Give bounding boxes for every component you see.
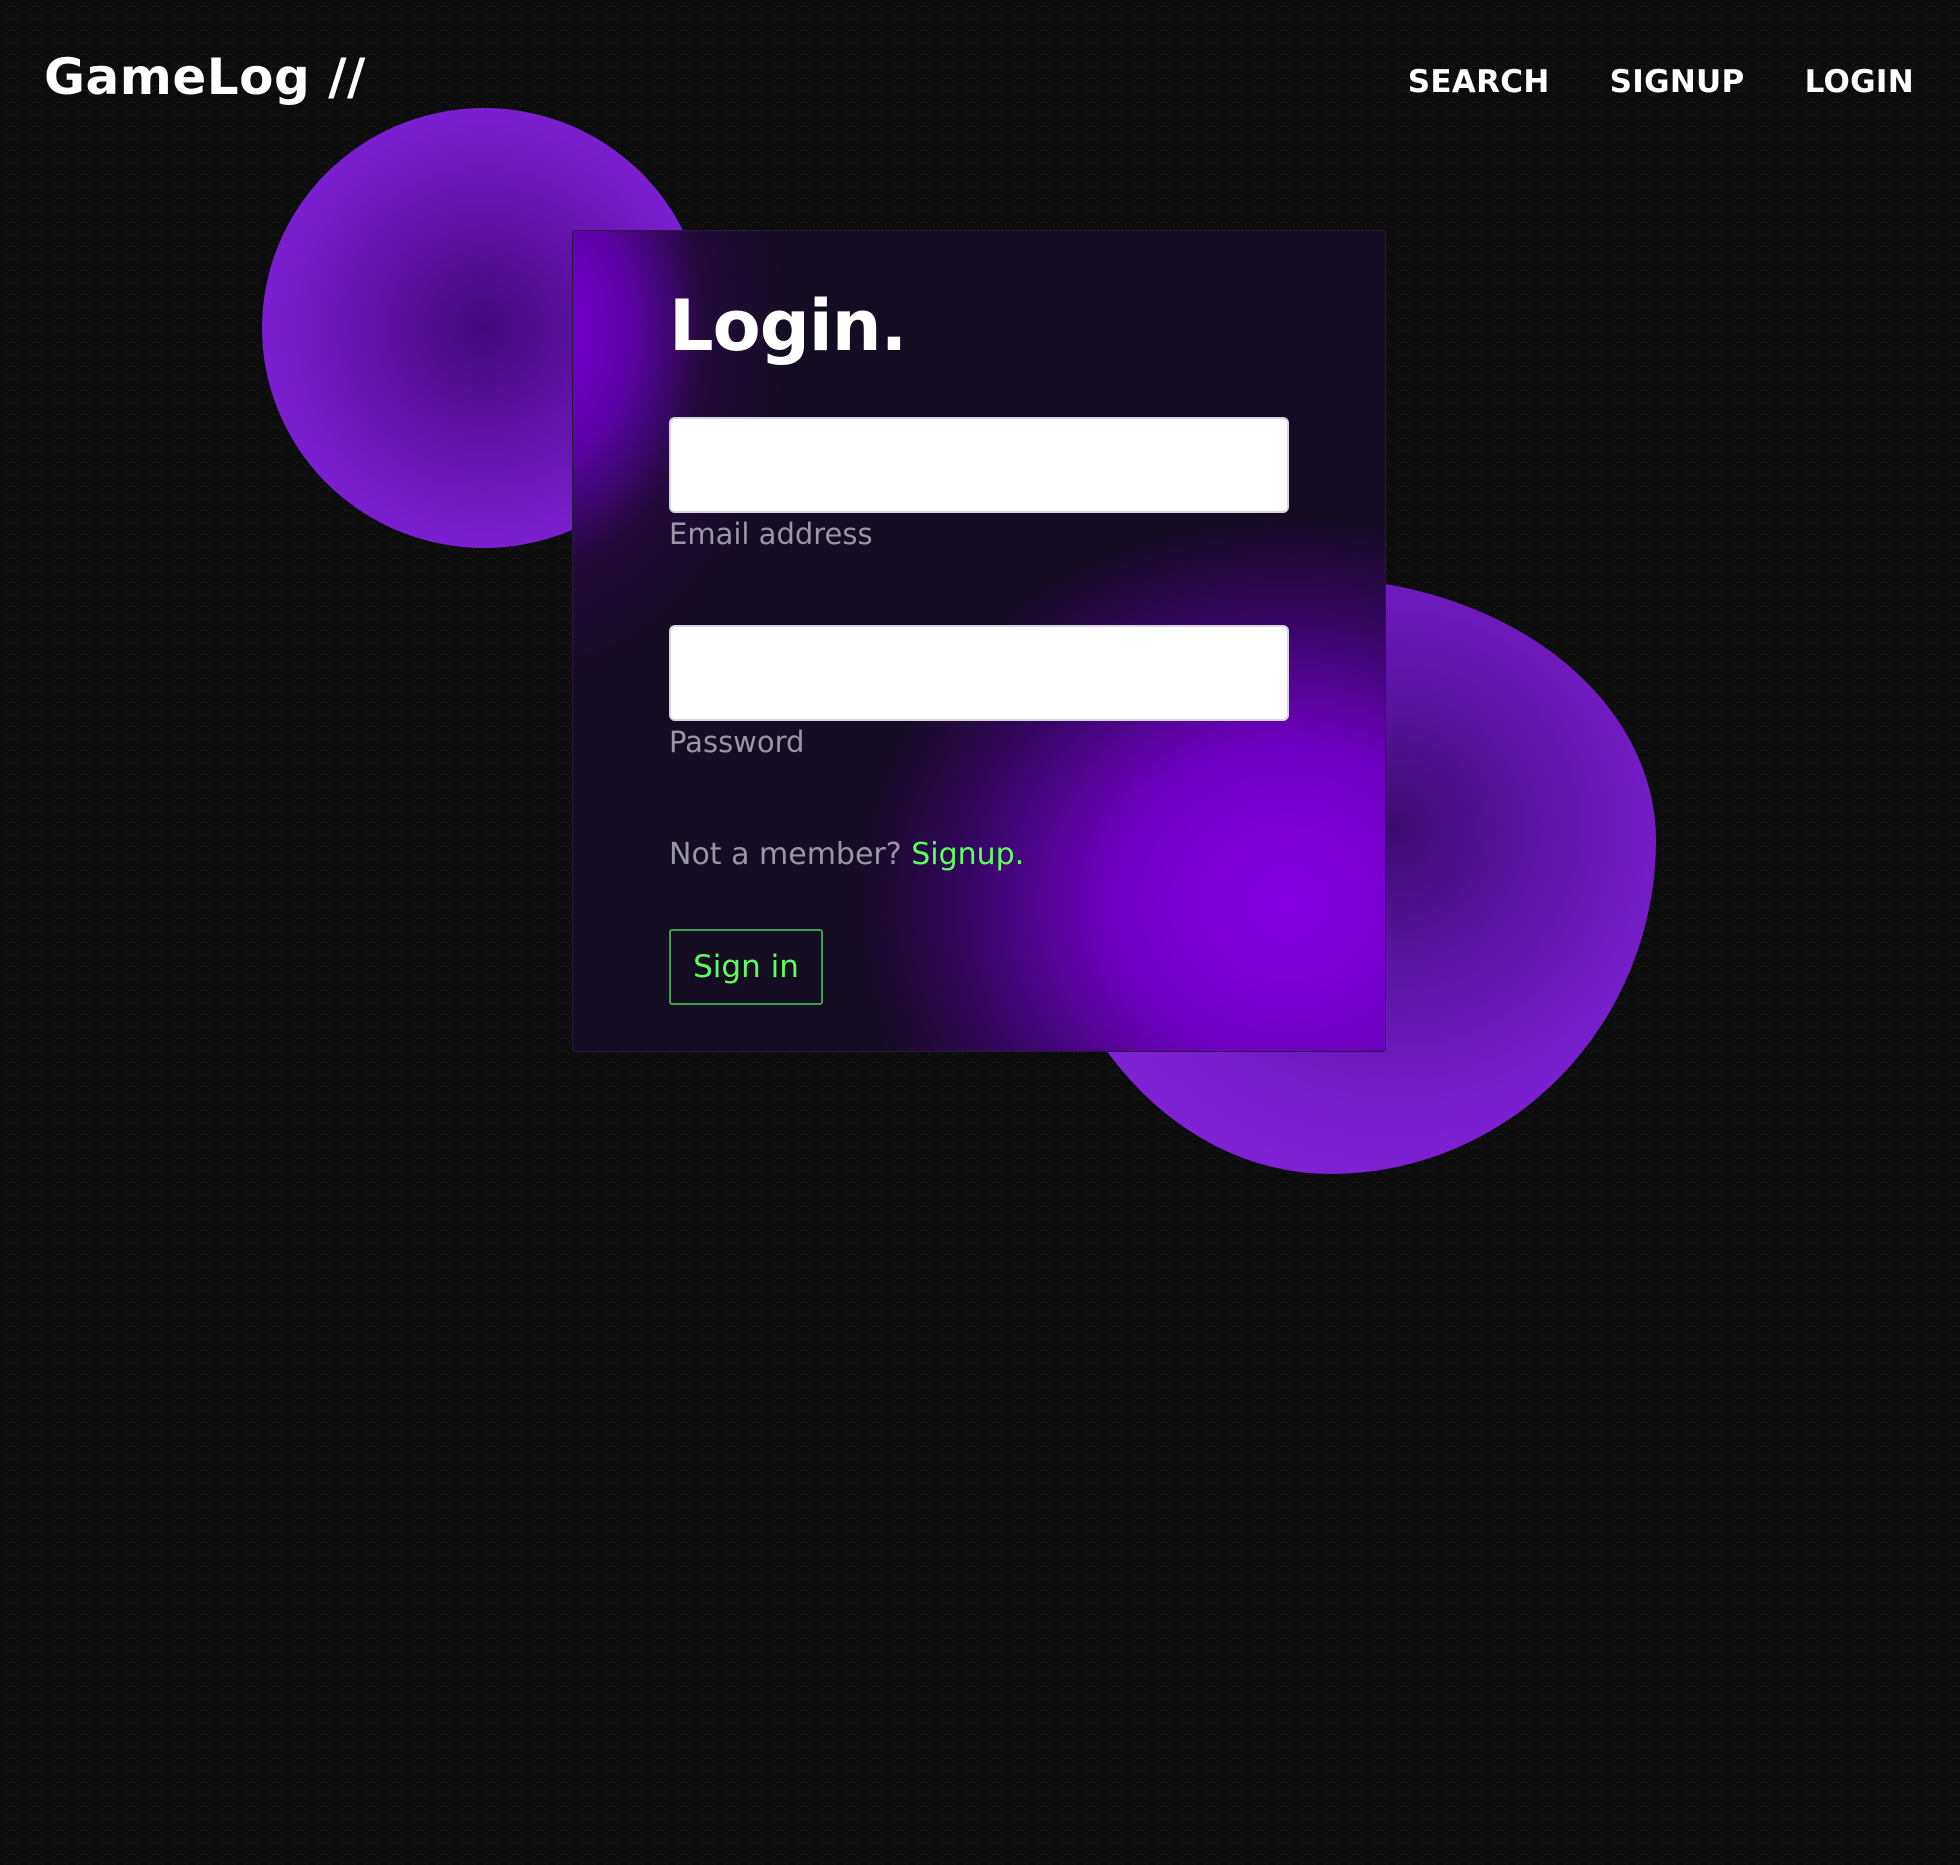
brand-logo[interactable]: GameLog // (44, 48, 366, 106)
signup-prompt: Not a member? Signup. (669, 837, 1024, 872)
password-label: Password (669, 725, 805, 759)
signup-prompt-text: Not a member? (669, 837, 912, 872)
top-nav: SEARCH SIGNUP LOGIN (1408, 64, 1914, 100)
login-title: Login. (669, 285, 907, 367)
nav-login[interactable]: LOGIN (1805, 64, 1914, 100)
sign-in-button[interactable]: Sign in (669, 929, 823, 1005)
signup-link[interactable]: Signup. (911, 837, 1024, 872)
email-label: Email address (669, 517, 873, 551)
login-card: Login. Email address Password Not a memb… (572, 230, 1386, 1052)
email-input[interactable] (669, 417, 1289, 513)
nav-search[interactable]: SEARCH (1408, 64, 1550, 100)
password-input[interactable] (669, 625, 1289, 721)
nav-signup[interactable]: SIGNUP (1610, 64, 1745, 100)
